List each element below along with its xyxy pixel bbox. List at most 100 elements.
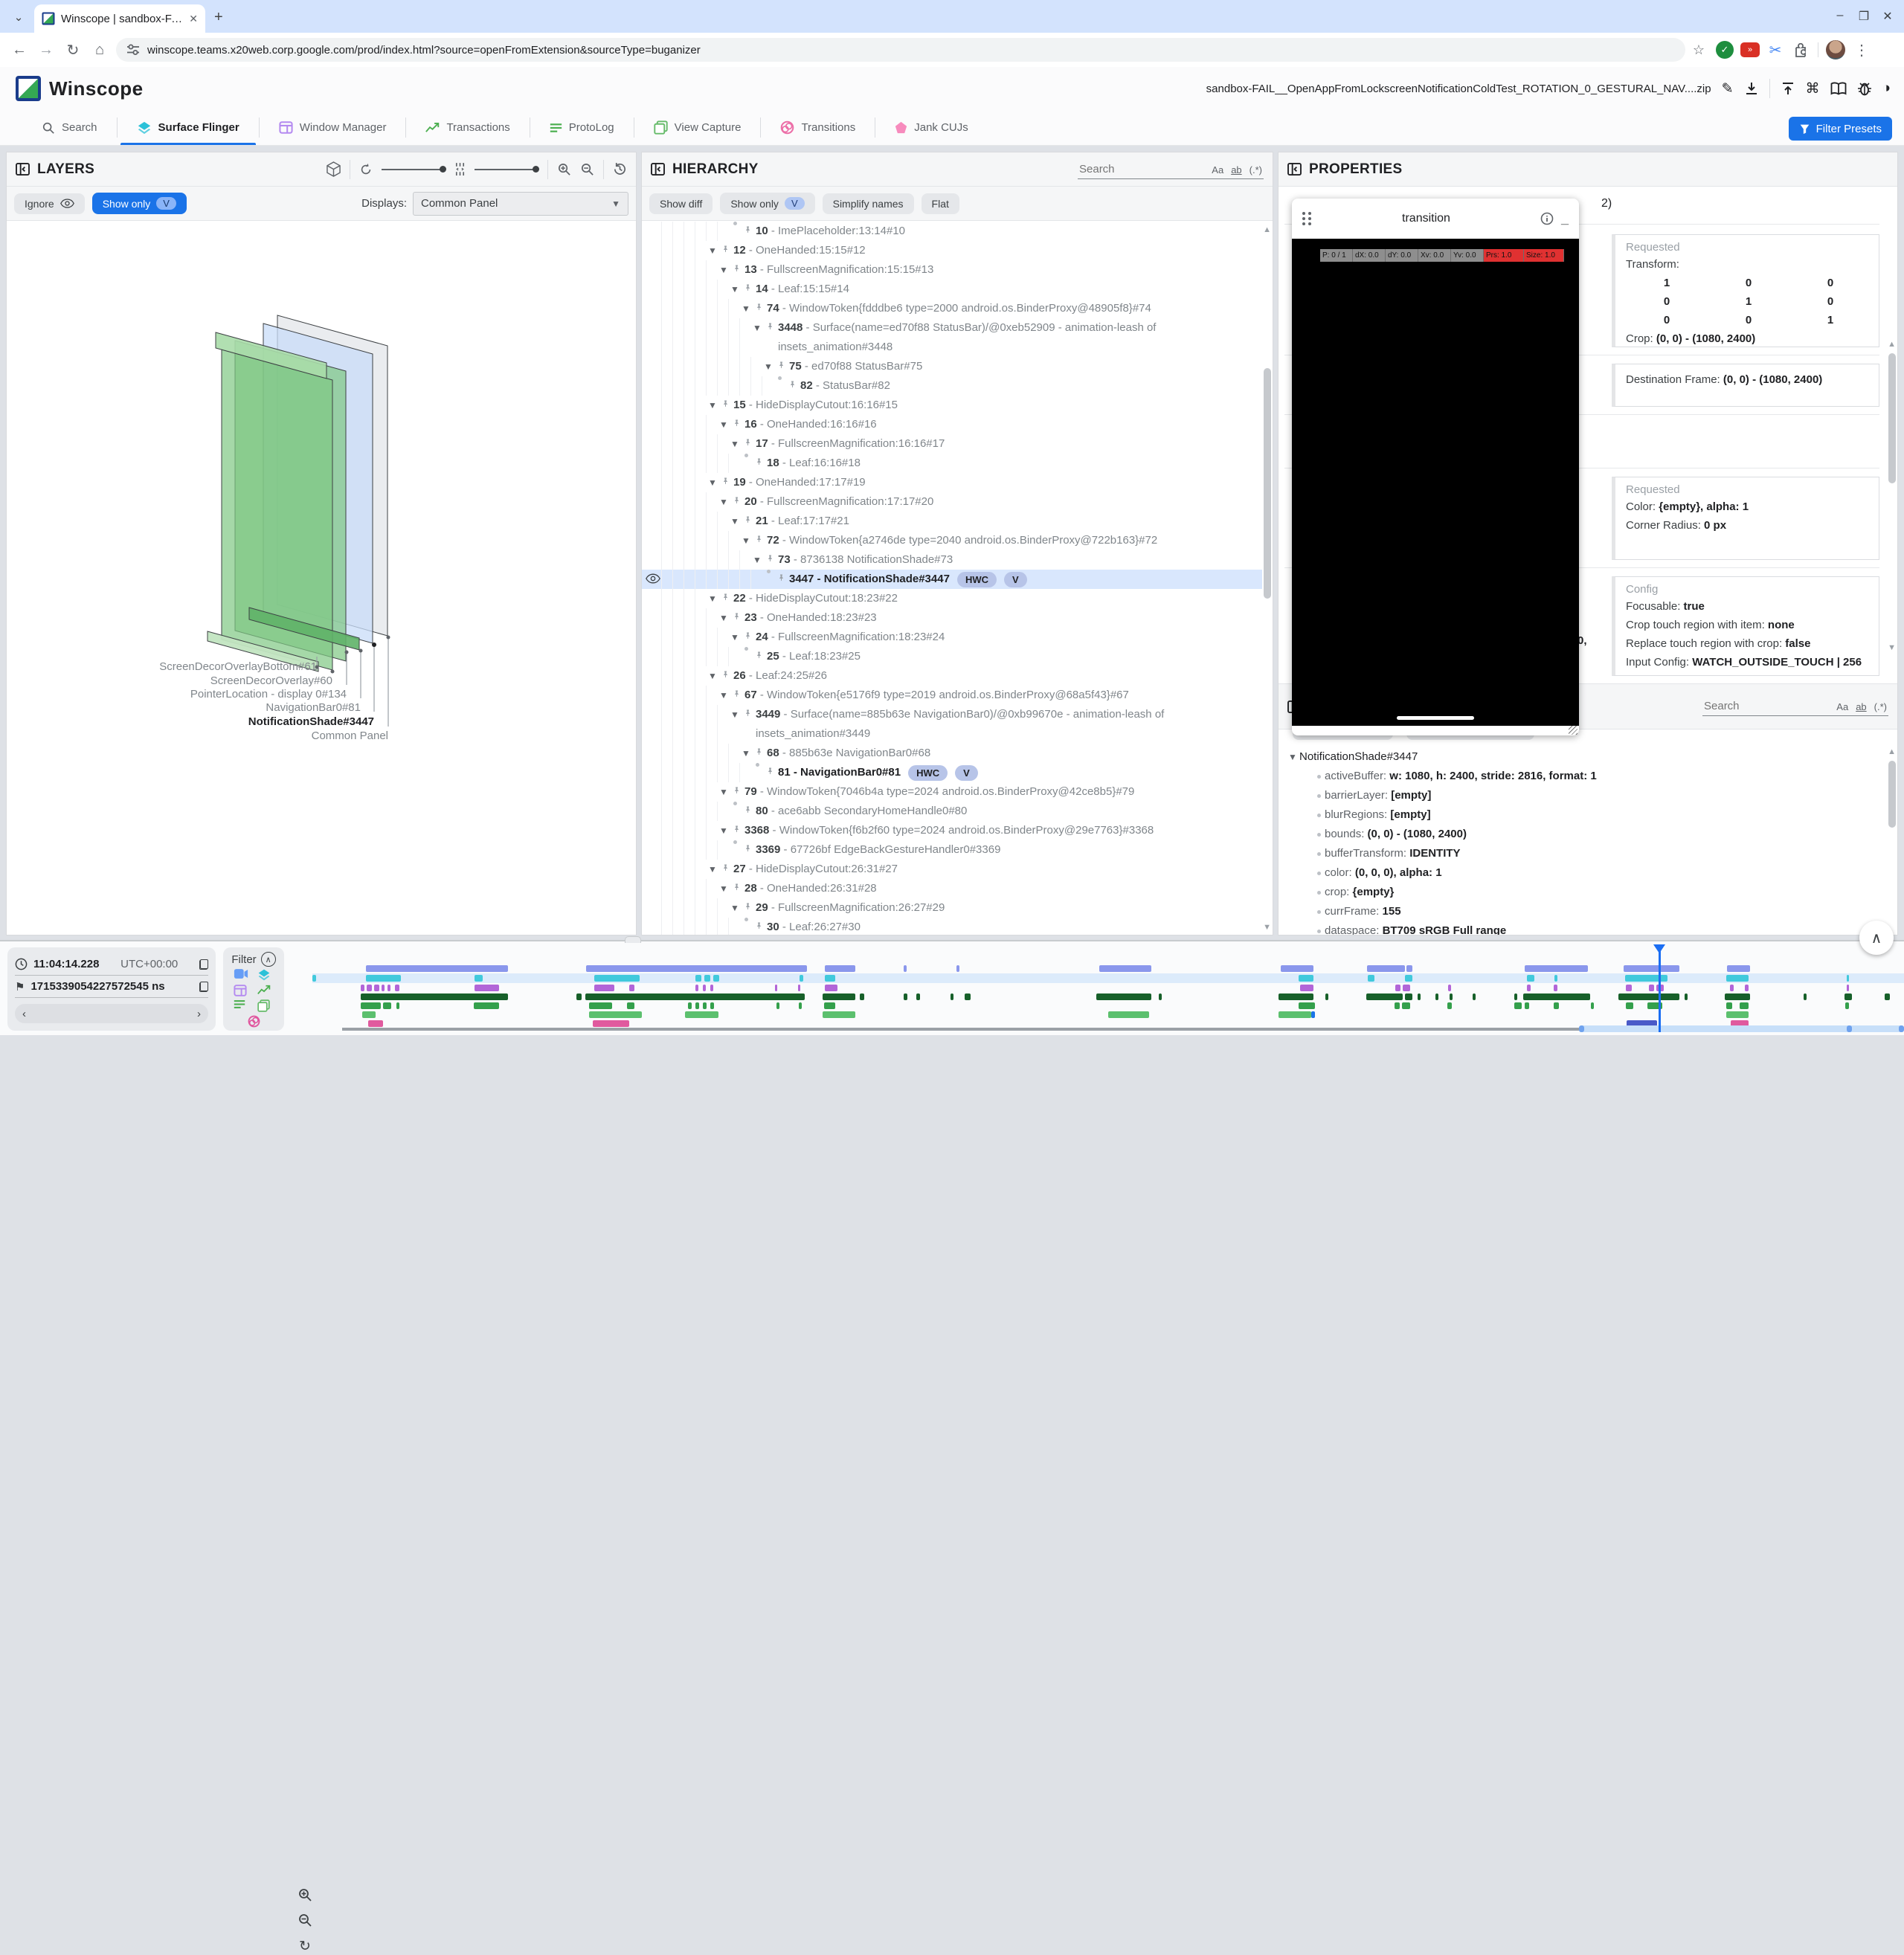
timeline-segment-surface-flinger[interactable]: [1527, 975, 1534, 982]
timeline-segment-window-manager[interactable]: [798, 985, 800, 991]
tree-row-72[interactable]: ▼72 - WindowToken{a2746de type=2040 andr…: [642, 531, 1262, 550]
pin-icon[interactable]: [742, 434, 754, 446]
timeline-segment-transactions[interactable]: [965, 993, 971, 1000]
timeline-segment-window-manager[interactable]: [1626, 985, 1632, 991]
timeline-segment-transactions[interactable]: [1096, 993, 1151, 1000]
pin-icon[interactable]: [742, 222, 754, 233]
whole-word-toggle[interactable]: ab: [1231, 164, 1241, 175]
zoom-window-right-cap[interactable]: [1899, 1025, 1904, 1032]
pin-icon[interactable]: [742, 898, 754, 910]
tree-row-3369[interactable]: 3369 - 67726bf EdgeBackGestureHandler0#3…: [642, 840, 1262, 860]
tab-window-manager[interactable]: Window Manager: [260, 110, 406, 145]
scroll-up-icon[interactable]: ▲: [1888, 747, 1896, 756]
tree-row-20[interactable]: ▼20 - FullscreenMagnification:17:17#20: [642, 492, 1262, 512]
transactions-filter-icon[interactable]: [257, 985, 271, 996]
ns-time[interactable]: 1715339054227572545 ns: [30, 980, 164, 993]
timeline-segment-surface-flinger[interactable]: [1299, 975, 1313, 982]
tree-row-15[interactable]: ▼15 - HideDisplayCutout:16:16#15: [642, 396, 1262, 415]
expand-arrow-icon[interactable]: ▼: [750, 550, 764, 570]
timeline-segment-screen-recording[interactable]: [1525, 965, 1588, 972]
timeline-segment-protolog[interactable]: [695, 1002, 699, 1009]
timeline-segment-surface-flinger[interactable]: [825, 975, 835, 982]
tab-search[interactable]: Search: [22, 110, 117, 145]
visibility-icon[interactable]: [646, 573, 660, 584]
timeline-segment-transactions[interactable]: [823, 993, 855, 1000]
timeline-segment-protolog[interactable]: [627, 1002, 634, 1009]
pin-icon[interactable]: [764, 550, 776, 562]
tree-row-27[interactable]: ▼27 - HideDisplayCutout:26:31#27: [642, 860, 1262, 879]
expand-arrow-icon[interactable]: ▼: [728, 705, 742, 724]
hierarchy-search-input[interactable]: [1079, 163, 1168, 175]
drag-handle-icon[interactable]: [1302, 212, 1312, 225]
timeline-segment-transactions[interactable]: [585, 993, 805, 1000]
timeline-segment-protolog[interactable]: [589, 1002, 612, 1009]
timeline-segment-transactions[interactable]: [576, 993, 582, 1000]
expand-arrow-icon[interactable]: ▼: [717, 608, 730, 628]
expand-arrow-icon[interactable]: ▼: [706, 860, 719, 879]
pin-icon[interactable]: [730, 260, 743, 272]
timeline-segment-window-manager[interactable]: [1403, 985, 1410, 991]
pin-icon[interactable]: [719, 589, 732, 601]
timeline-cursor[interactable]: [1659, 944, 1661, 1032]
bookmark-star-icon[interactable]: ☆: [1685, 42, 1712, 58]
tab-transactions[interactable]: Transactions: [406, 110, 529, 145]
tree-row-80[interactable]: 80 - ace6abb SecondaryHomeHandle0#80: [642, 802, 1262, 821]
timeline-segment-view-capture[interactable]: [823, 1011, 855, 1018]
pin-icon[interactable]: [742, 512, 754, 524]
screen-recording-filter-icon[interactable]: [234, 968, 248, 979]
spacing-slider[interactable]: [475, 169, 538, 170]
collapse-panel-icon[interactable]: [16, 163, 30, 175]
rotation-slider[interactable]: [382, 169, 446, 170]
tree-row-14[interactable]: ▼14 - Leaf:15:15#14: [642, 280, 1262, 299]
timeline-segment-window-manager[interactable]: [1745, 985, 1749, 991]
pin-icon[interactable]: [719, 241, 732, 253]
timeline-segment-view-capture[interactable]: [1279, 1011, 1311, 1018]
forward-button[interactable]: →: [33, 42, 60, 59]
timeline-segment-window-manager[interactable]: [703, 985, 706, 991]
timeline-segment-transactions[interactable]: [916, 993, 920, 1000]
timeline-segment-screen-recording[interactable]: [366, 965, 508, 972]
curr-prop-row[interactable]: barrierLayer: [empty]: [1286, 786, 1882, 805]
simplify-names-chip[interactable]: Simplify names: [823, 193, 914, 214]
zoom-out-icon[interactable]: [580, 162, 594, 176]
timeline-segment-transactions[interactable]: [1804, 993, 1807, 1000]
timeline-segment-protolog[interactable]: [1726, 1002, 1732, 1009]
transitions-filter-icon[interactable]: [248, 1015, 260, 1028]
extension-scissors-icon[interactable]: ✂: [1763, 41, 1788, 59]
tree-row-3449[interactable]: ▼3449 - Surface(name=885b63e NavigationB…: [642, 705, 1262, 744]
timeline-segment-protolog[interactable]: [1402, 1002, 1410, 1009]
scroll-to-top-button[interactable]: ∧: [1859, 921, 1894, 955]
expand-arrow-icon[interactable]: ▼: [717, 260, 730, 280]
timeline-segment-transactions[interactable]: [1473, 993, 1476, 1000]
layers-3d-view[interactable]: ScreenDecorOverlayBottom#61 ScreenDecorO…: [7, 221, 636, 933]
window-manager-filter-icon[interactable]: [234, 985, 247, 996]
timeline-segment-view-capture[interactable]: [362, 1011, 376, 1018]
timeline-segment-view-capture[interactable]: [1726, 1011, 1749, 1018]
timeline-segment-surface-flinger[interactable]: [1625, 975, 1667, 982]
timeline-segment-transactions[interactable]: [1450, 993, 1453, 1000]
timeline-segment-screen-recording[interactable]: [1281, 965, 1313, 972]
tree-row-10[interactable]: 10 - ImePlaceholder:13:14#10: [642, 222, 1262, 241]
timeline-segment-protolog[interactable]: [1591, 1002, 1594, 1009]
timeline-segment-window-manager[interactable]: [1395, 985, 1400, 991]
pin-icon[interactable]: [719, 396, 732, 408]
timeline-segment-screen-recording[interactable]: [904, 965, 907, 972]
report-bug-icon[interactable]: [1857, 81, 1872, 96]
upload-icon[interactable]: [1781, 81, 1795, 96]
expand-arrow-icon[interactable]: ▼: [762, 357, 775, 376]
tree-row-29[interactable]: ▼29 - FullscreenMagnification:26:27#29: [642, 898, 1262, 918]
extension-check-icon[interactable]: ✓: [1712, 41, 1737, 59]
timeline-segment-window-manager[interactable]: [475, 985, 499, 991]
tree-row-16[interactable]: ▼16 - OneHanded:16:16#16: [642, 415, 1262, 434]
displays-select[interactable]: Common Panel ▼: [413, 192, 628, 216]
timeline-segment-view-capture[interactable]: [1311, 1011, 1315, 1018]
timeline-segment-screen-recording[interactable]: [1624, 965, 1679, 972]
timeline-segment-transactions[interactable]: [1279, 993, 1313, 1000]
collapse-panel-icon[interactable]: [1287, 163, 1302, 175]
site-settings-icon[interactable]: [126, 44, 140, 56]
url-bar[interactable]: winscope.teams.x20web.corp.google.com/pr…: [116, 38, 1685, 62]
avatar[interactable]: [1823, 40, 1848, 59]
tree-row-75[interactable]: ▼75 - ed70f88 StatusBar#75: [642, 357, 1262, 376]
scroll-up-icon[interactable]: ▲: [1888, 340, 1896, 349]
tree-row-26[interactable]: ▼26 - Leaf:24:25#26: [642, 666, 1262, 686]
